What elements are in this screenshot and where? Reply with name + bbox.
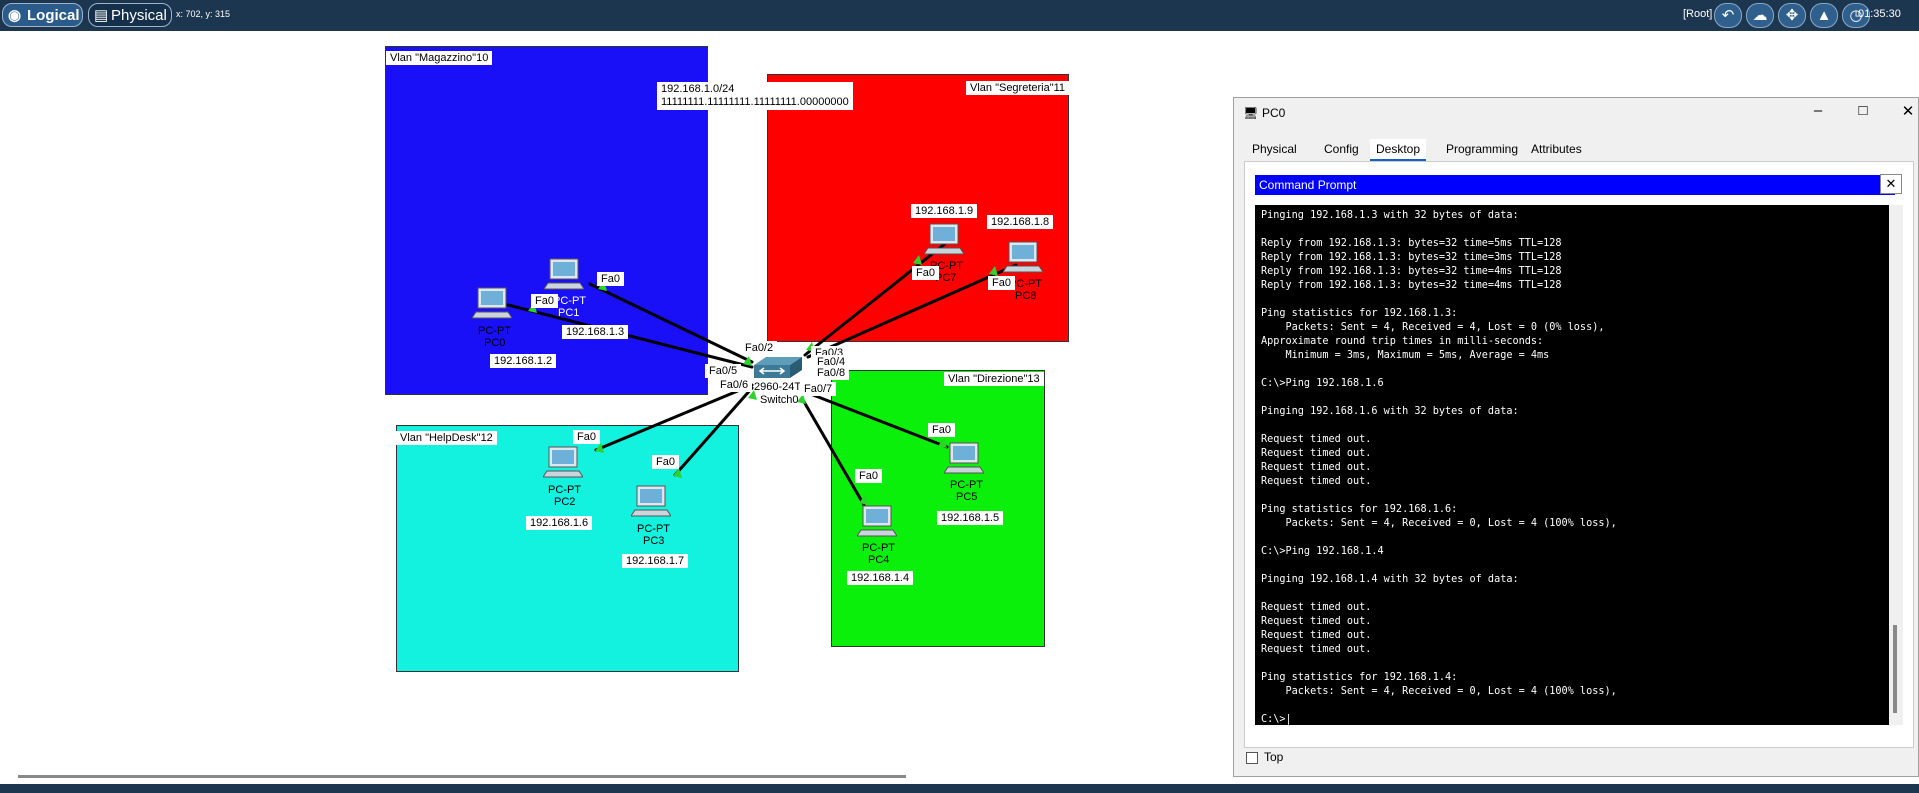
port-label-fa02: Fa0/2 — [741, 341, 778, 355]
link-pc1-switch — [588, 282, 754, 364]
switch-name: Switch0 — [760, 394, 799, 406]
pc7-port: Fa0 — [912, 266, 939, 280]
pc2-name: PC2 — [554, 496, 576, 508]
pc8-port: Fa0 — [988, 276, 1015, 290]
pc4-port: Fa0 — [855, 469, 882, 483]
image-icon[interactable]: ▲ — [1810, 3, 1838, 28]
port-label-fa07: Fa0/7 — [800, 382, 837, 396]
pc1-port: Fa0 — [597, 272, 624, 286]
close-button[interactable]: ✕ — [1893, 102, 1919, 120]
top-checkbox-box[interactable] — [1246, 751, 1258, 764]
pc4-type: PC-PT — [862, 542, 895, 554]
pc7-icon[interactable] — [924, 222, 964, 258]
workspace-horizontal-scrollbar[interactable] — [18, 775, 906, 778]
topology-links — [506, 241, 1018, 507]
command-prompt-close-button[interactable]: ✕ — [1880, 174, 1902, 194]
tab-programming[interactable]: Programming — [1440, 139, 1524, 159]
pc5-ip: 192.168.1.5 — [937, 511, 1004, 525]
command-prompt-header: Command Prompt — [1255, 175, 1895, 195]
move-icon[interactable]: ✥ — [1778, 3, 1806, 28]
port-led-pc8 — [989, 266, 998, 276]
pc3-ip: 192.168.1.7 — [622, 554, 689, 568]
port-label-fa05: Fa0/5 — [705, 364, 742, 378]
pc4-name: PC4 — [868, 554, 890, 566]
pc7-ip: 192.168.1.9 — [911, 204, 978, 218]
simulation-clock: 01:35:30 — [1858, 8, 1901, 20]
pc0-type: PC-PT — [478, 325, 511, 337]
pc0-icon[interactable] — [472, 286, 512, 322]
pc2-type: PC-PT — [548, 484, 581, 496]
pc2-ip: 192.168.1.6 — [526, 516, 593, 530]
window-title: PC0 — [1262, 106, 1286, 120]
minimize-button[interactable]: – — [1803, 102, 1833, 119]
pc2-port: Fa0 — [573, 430, 600, 444]
port-label-fa08: Fa0/8 — [813, 366, 850, 380]
pc8-icon[interactable] — [1003, 240, 1043, 276]
pc3-port: Fa0 — [652, 455, 679, 469]
link-pc2-switch — [594, 383, 754, 452]
tab-config[interactable]: Config — [1318, 139, 1365, 159]
pc4-ip: 192.168.1.4 — [847, 571, 914, 585]
bottom-bar — [0, 784, 1919, 793]
top-checkbox-label: Top — [1264, 750, 1284, 764]
pc-window-icon: 🖥 — [1243, 106, 1259, 120]
pc5-type: PC-PT — [950, 479, 983, 491]
pc1-icon[interactable] — [544, 257, 584, 293]
pc1-name: PC1 — [558, 307, 580, 319]
port-label-fa06: Fa0/6 — [716, 378, 753, 392]
pc8-name: PC8 — [1015, 290, 1037, 302]
link-pc4-switch — [801, 398, 866, 507]
pc8-ip: 192.168.1.8 — [987, 215, 1054, 229]
tab-attributes[interactable]: Attributes — [1525, 139, 1588, 159]
pc3-name: PC3 — [643, 535, 665, 547]
pc5-icon[interactable] — [944, 441, 984, 477]
link-pc5-switch — [806, 391, 949, 449]
top-checkbox[interactable]: Top — [1246, 750, 1283, 764]
terminal-scroll-thumb[interactable] — [1893, 625, 1897, 713]
pc1-ip: 192.168.1.3 — [562, 325, 629, 339]
tab-desktop[interactable]: Desktop — [1370, 139, 1427, 162]
pc3-icon[interactable] — [631, 484, 671, 520]
link-pc7-switch — [803, 241, 948, 357]
undo-icon[interactable]: ↶ — [1714, 3, 1742, 28]
switch-icon[interactable] — [752, 355, 804, 381]
maximize-button[interactable]: □ — [1848, 102, 1878, 119]
pc3-type: PC-PT — [637, 523, 670, 535]
pc2-icon[interactable] — [543, 445, 583, 481]
pc5-port: Fa0 — [928, 423, 955, 437]
tab-physical[interactable]: Physical — [1246, 139, 1303, 159]
command-prompt-terminal[interactable]: Pinging 192.168.1.3 with 32 bytes of dat… — [1255, 205, 1890, 725]
terminal-scrollbar[interactable] — [1889, 205, 1903, 725]
pc4-icon[interactable] — [857, 504, 897, 540]
port-led-pc7 — [913, 255, 922, 265]
pc0-ip: 192.168.1.2 — [490, 354, 557, 368]
command-prompt-title: Command Prompt — [1259, 178, 1357, 192]
pc5-name: PC5 — [956, 491, 978, 503]
pc0-name: PC0 — [484, 337, 506, 349]
pc0-window: 🖥 PC0 – □ ✕ Physical Config Desktop Prog… — [1233, 97, 1919, 777]
root-breadcrumb[interactable]: [Root] — [1683, 8, 1712, 20]
pc1-type: PC-PT — [553, 295, 586, 307]
cloud-icon[interactable]: ☁ — [1746, 3, 1774, 28]
